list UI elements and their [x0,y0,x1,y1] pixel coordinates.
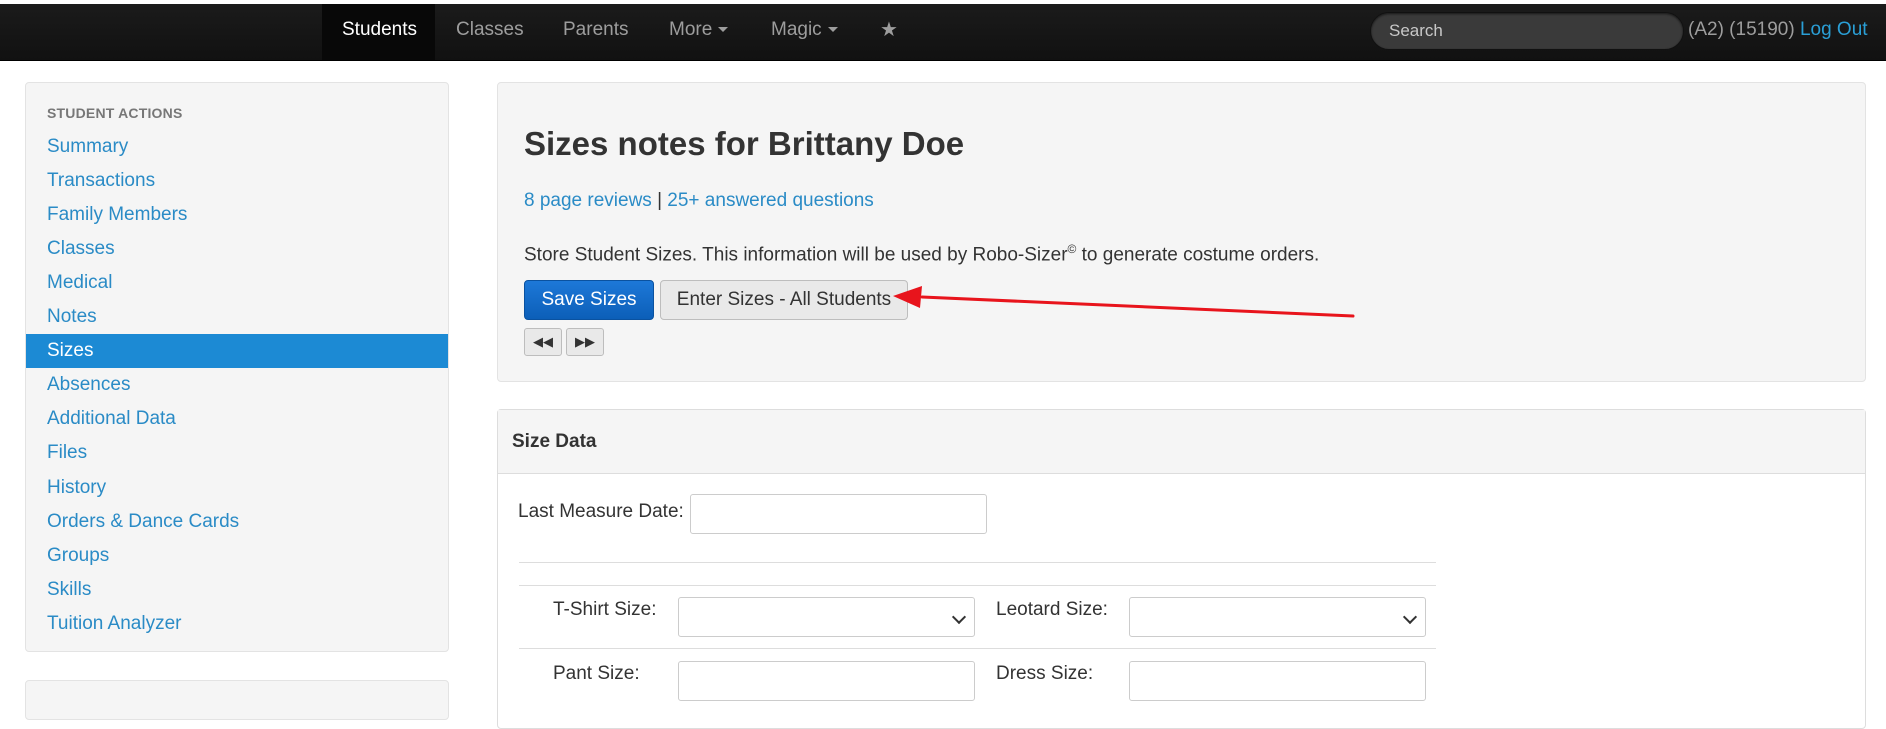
sidebar-item-notes[interactable]: Notes [26,300,448,334]
nav-parents[interactable]: Parents [563,4,628,60]
nav-students[interactable]: Students [342,4,417,60]
tshirt-size-select[interactable] [678,597,975,637]
user-id-text: (A2) (15190) [1688,19,1795,40]
divider [519,562,1436,563]
pant-size-label: Pant Size: [553,663,640,684]
size-data-panel: Size Data Last Measure Date: T-Shirt Siz… [497,409,1866,729]
sidebar-item-files[interactable]: Files [26,436,448,470]
chevron-down-icon [1402,609,1418,625]
star-icon[interactable]: ★ [880,4,898,60]
nav-more-label: More [669,19,713,40]
description-end: to generate costume orders. [1076,244,1320,266]
secondary-sidebar-panel [25,680,449,720]
chevron-down-icon [951,609,967,625]
nav-magic-label: Magic [771,19,822,40]
last-measure-date-field[interactable] [690,494,987,534]
backward-icon[interactable]: ◀◀ [524,328,562,356]
description-main: Store Student Sizes. This information wi… [524,244,1068,266]
divider [519,648,1436,649]
logout-link[interactable]: Log Out [1800,19,1868,40]
sidebar-item-classes[interactable]: Classes [26,232,448,266]
sidebar-header: STUDENT ACTIONS [47,105,183,121]
leotard-size-label: Leotard Size: [996,599,1108,620]
last-measure-date-label: Last Measure Date: [518,501,684,522]
sidebar-item-sizes[interactable]: Sizes [26,334,448,368]
link-separator: | [657,190,663,211]
tshirt-size-label: T-Shirt Size: [553,599,657,620]
answered-questions-link[interactable]: 25+ answered questions [667,190,874,211]
page-title: Sizes notes for Brittany Doe [524,125,965,162]
save-sizes-button[interactable]: Save Sizes [524,280,654,320]
description-text: Store Student Sizes. This information wi… [524,242,1319,266]
sidebar-item-family-members[interactable]: Family Members [26,198,448,232]
pant-size-field[interactable] [678,661,975,701]
sidebar-item-medical[interactable]: Medical [26,266,448,300]
panel-title: Size Data [512,431,597,452]
sidebar-item-absences[interactable]: Absences [26,368,448,402]
divider [519,585,1436,586]
sidebar-item-groups[interactable]: Groups [26,539,448,573]
sidebar-item-skills[interactable]: Skills [26,573,448,607]
top-navbar: Students Classes Parents More Magic ★ (A… [0,4,1886,61]
sizes-header-well: Sizes notes for Brittany Doe 8 page revi… [497,82,1866,382]
student-actions-sidebar: STUDENT ACTIONS Summary Transactions Fam… [25,82,449,652]
help-links: 8 page reviews | 25+ answered questions [524,190,874,212]
sidebar-item-summary[interactable]: Summary [26,130,448,164]
sidebar-item-additional-data[interactable]: Additional Data [26,402,448,436]
enter-sizes-all-students-button[interactable]: Enter Sizes - All Students [660,280,908,320]
sidebar-item-transactions[interactable]: Transactions [26,164,448,198]
nav-classes[interactable]: Classes [456,4,524,60]
page-reviews-link[interactable]: 8 page reviews [524,190,652,211]
dress-size-field[interactable] [1129,661,1426,701]
dress-size-label: Dress Size: [996,663,1094,684]
leotard-size-select[interactable] [1129,597,1426,637]
chevron-down-icon [718,27,729,33]
nav-more-dropdown[interactable]: More [669,4,729,60]
nav-magic-dropdown[interactable]: Magic [771,4,838,60]
forward-icon[interactable]: ▶▶ [566,328,604,356]
panel-heading: Size Data [498,410,1865,474]
sidebar-item-orders-dance-cards[interactable]: Orders & Dance Cards [26,505,448,539]
chevron-down-icon [827,27,838,33]
search-input[interactable] [1370,12,1684,50]
sidebar-item-tuition-analyzer[interactable]: Tuition Analyzer [26,607,448,641]
user-info: (A2) (15190) Log Out [1688,4,1868,60]
sidebar-item-history[interactable]: History [26,471,448,505]
